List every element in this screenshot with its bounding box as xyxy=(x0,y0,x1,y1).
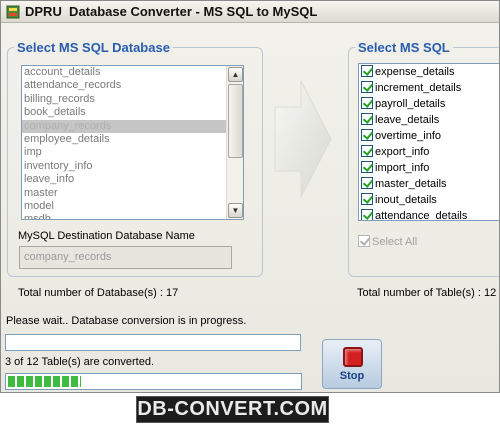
select-all-label: Select All xyxy=(372,236,418,248)
conversion-progress-bar xyxy=(5,373,302,390)
table-list: expense_details increment_details payroll_… xyxy=(359,64,499,221)
select-all-checkbox[interactable]: Select All xyxy=(358,235,417,248)
title-bar: DPRU Database Converter - MS SQL to MySQ… xyxy=(1,1,499,23)
vertical-scrollbar[interactable]: ▲ ▼ xyxy=(226,66,243,219)
status-output-box xyxy=(5,334,301,351)
table-list-item[interactable]: leave_details xyxy=(359,112,499,128)
destination-db-field: company_records xyxy=(19,246,232,269)
checkbox-icon[interactable] xyxy=(361,193,373,205)
table-list-item[interactable]: payroll_details xyxy=(359,96,499,112)
table-name-label: import_info xyxy=(375,162,430,174)
stop-icon xyxy=(343,347,363,367)
brand-logo: DB-CONVERT.COM xyxy=(136,396,329,423)
app-window: DPRU Database Converter - MS SQL to MySQ… xyxy=(0,0,500,393)
table-list-item[interactable]: import_info xyxy=(359,160,499,176)
checkbox-icon[interactable] xyxy=(361,65,373,77)
table-list-item[interactable]: attendance_details xyxy=(359,208,499,221)
table-name-label: master_details xyxy=(375,178,447,190)
database-list-item[interactable]: account_details xyxy=(22,66,243,79)
app-icon xyxy=(6,5,20,19)
database-list-item[interactable]: book_details xyxy=(22,106,243,119)
status-message: Please wait.. Database conversion is in … xyxy=(6,315,247,327)
table-checklist[interactable]: expense_details increment_details payroll_… xyxy=(358,63,499,221)
table-name-label: leave_details xyxy=(375,114,440,126)
table-list-item[interactable]: increment_details xyxy=(359,80,499,96)
checkbox-icon[interactable] xyxy=(361,129,373,141)
table-name-label: attendance_details xyxy=(375,210,468,221)
database-list-item[interactable]: inventory_info xyxy=(22,160,243,173)
table-list-item[interactable]: export_info xyxy=(359,144,499,160)
source-group-title: Select MS SQL Database xyxy=(14,40,173,55)
table-list-item[interactable]: master_details xyxy=(359,176,499,192)
scroll-down-icon[interactable]: ▼ xyxy=(228,203,243,218)
database-count-label: Total number of Database(s) : 17 xyxy=(18,287,179,299)
checkbox-icon[interactable] xyxy=(361,177,373,189)
database-list-item[interactable]: leave_info xyxy=(22,173,243,186)
checkbox-icon[interactable] xyxy=(361,145,373,157)
table-group-title: Select MS SQL xyxy=(355,40,453,55)
scroll-thumb[interactable] xyxy=(228,84,243,158)
progress-text: 3 of 12 Table(s) are converted. xyxy=(5,356,154,368)
checkbox-icon[interactable] xyxy=(361,97,373,109)
database-listbox[interactable]: account_details attendance_records billing… xyxy=(21,65,244,220)
table-name-label: inout_details xyxy=(375,194,437,206)
database-list-item[interactable]: attendance_records xyxy=(22,79,243,92)
table-list-item[interactable]: inout_details xyxy=(359,192,499,208)
database-list-item[interactable]: company_records xyxy=(22,119,243,133)
database-list-item[interactable]: msdb xyxy=(22,213,243,219)
table-name-label: increment_details xyxy=(375,82,462,94)
select-all-check-icon xyxy=(358,235,370,247)
progress-fill xyxy=(8,376,81,387)
stop-button[interactable]: Stop xyxy=(322,339,382,389)
database-list: account_details attendance_records billing… xyxy=(22,66,243,219)
table-count-label: Total number of Table(s) : 12 xyxy=(357,287,497,299)
table-name-label: payroll_details xyxy=(375,98,446,110)
arrow-right-icon xyxy=(274,80,332,198)
checkbox-icon[interactable] xyxy=(361,113,373,125)
table-name-label: export_info xyxy=(375,146,430,158)
checkbox-icon[interactable] xyxy=(361,81,373,93)
table-list-item[interactable]: overtime_info xyxy=(359,128,499,144)
table-list-item[interactable]: expense_details xyxy=(359,64,499,80)
table-name-label: overtime_info xyxy=(375,130,442,142)
window-title: DPRU Database Converter - MS SQL to MySQ… xyxy=(25,4,318,19)
checkbox-icon[interactable] xyxy=(361,209,373,220)
table-name-label: expense_details xyxy=(375,66,455,78)
database-list-item[interactable]: billing_records xyxy=(22,93,243,106)
database-list-item[interactable]: employee_details xyxy=(22,133,243,146)
checkbox-icon[interactable] xyxy=(361,161,373,173)
database-list-item[interactable]: model xyxy=(22,200,243,213)
scroll-up-icon[interactable]: ▲ xyxy=(228,67,243,82)
database-list-item[interactable]: imp xyxy=(22,146,243,159)
database-list-item[interactable]: master xyxy=(22,187,243,200)
stop-button-label: Stop xyxy=(339,370,365,382)
destination-db-label: MySQL Destination Database Name xyxy=(18,230,195,242)
